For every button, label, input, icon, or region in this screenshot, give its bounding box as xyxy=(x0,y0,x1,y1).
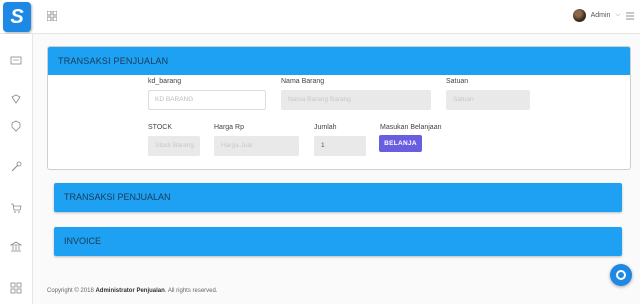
kd-barang-input[interactable]: KD BARANG xyxy=(148,90,266,110)
invoice-panel-header[interactable]: INVOICE xyxy=(54,227,622,256)
avatar xyxy=(572,9,586,22)
footer-owner: Administrator Penjualan xyxy=(95,288,165,294)
harga-label: Harga Rp xyxy=(214,124,244,131)
id-card-icon[interactable] xyxy=(10,54,22,66)
belanja-button[interactable]: BELANJA xyxy=(379,135,422,152)
harga-input[interactable]: Harga Jual xyxy=(214,136,299,156)
footer-prefix: Copyright © 2018 xyxy=(47,288,94,294)
satuan-label: Satuan xyxy=(446,78,469,85)
footer-suffix: . All rights reserved. xyxy=(164,288,218,294)
sales-form-card: TRANSAKSI PENJUALAN kd_barang KD BARANG … xyxy=(47,46,631,170)
nama-barang-label: Nama Barang xyxy=(281,78,325,85)
belanja-label: Masukan Belanjaan xyxy=(380,124,442,131)
stock-input[interactable]: Stock Barang xyxy=(148,136,200,156)
form-title: TRANSAKSI PENJUALAN xyxy=(48,47,630,75)
jumlah-label: Jumlah xyxy=(314,124,337,131)
stock-label: STOCK xyxy=(148,124,172,131)
settings-fab[interactable] xyxy=(610,264,632,286)
footer: Copyright © 2018 Administrator Penjualan… xyxy=(47,288,218,294)
grid-icon[interactable] xyxy=(47,11,57,21)
menu-icon[interactable] xyxy=(626,12,634,20)
cart-icon[interactable] xyxy=(10,202,22,214)
top-navbar: S Admin ⌵ xyxy=(0,0,640,34)
bank-icon[interactable] xyxy=(10,241,22,253)
nama-barang-input[interactable]: Nama Barang Barang xyxy=(281,90,431,110)
main-content: TRANSAKSI PENJUALAN kd_barang KD BARANG … xyxy=(33,34,640,304)
user-name: Admin xyxy=(590,12,611,19)
satuan-input[interactable]: Satuan xyxy=(446,90,530,110)
diamond-icon[interactable] xyxy=(10,93,22,105)
kd-barang-label: kd_barang xyxy=(148,78,182,85)
settings-icon xyxy=(616,270,626,280)
jumlah-input[interactable]: 1 xyxy=(314,136,366,156)
chevron-down-icon: ⌵ xyxy=(615,12,620,18)
app-logo[interactable]: S xyxy=(3,2,31,32)
wrench-icon[interactable] xyxy=(10,161,22,173)
sidebar xyxy=(0,34,33,304)
shield-icon[interactable] xyxy=(10,120,22,132)
apps-icon[interactable] xyxy=(10,282,22,294)
transaksi-panel-header[interactable]: TRANSAKSI PENJUALAN xyxy=(54,183,622,212)
user-menu[interactable]: Admin ⌵ xyxy=(572,9,620,22)
